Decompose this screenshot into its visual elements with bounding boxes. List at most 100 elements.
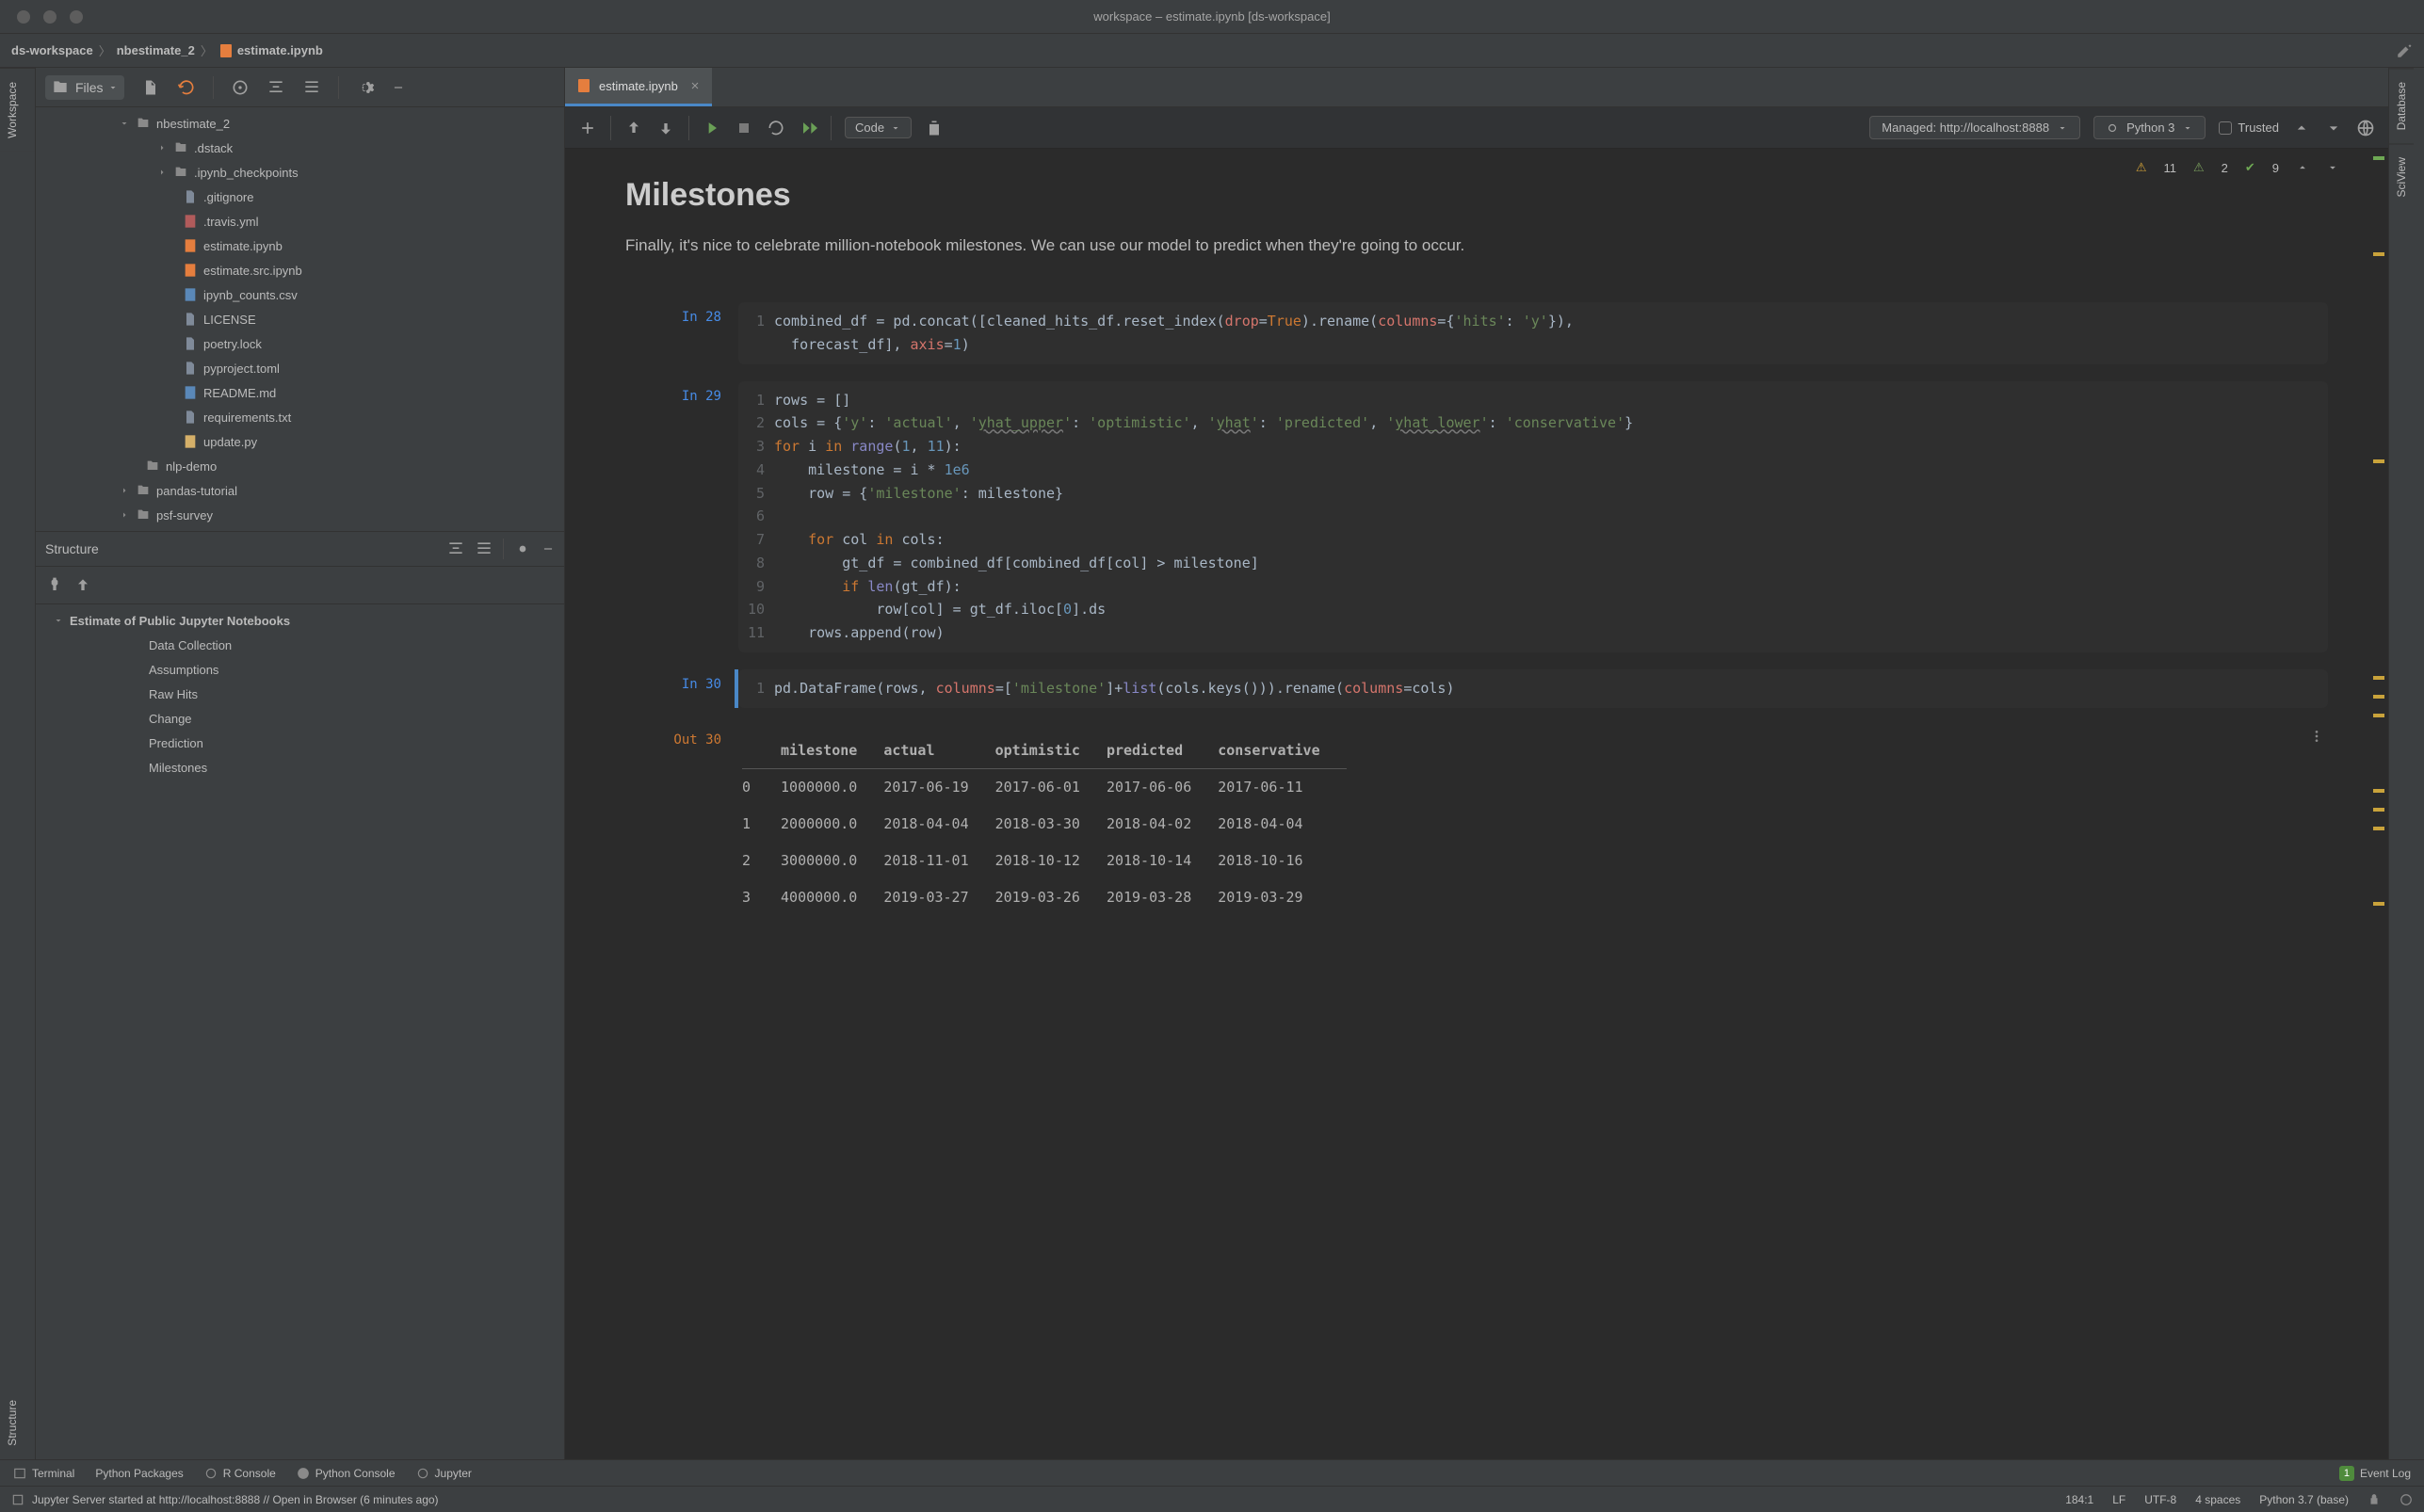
tree-folder[interactable]: .ipynb_checkpoints [36,160,564,185]
tree-folder[interactable]: nbestimate_2 [36,111,564,136]
autoscroll-icon[interactable] [73,576,92,595]
code-cell-active[interactable]: In 30 1pd.DataFrame(rows, columns=['mile… [625,669,2328,708]
edit-config-icon[interactable] [2396,42,2413,59]
breadcrumb-file[interactable]: estimate.ipynb [237,43,323,57]
structure-list[interactable]: Estimate of Public Jupyter Notebooks Dat… [36,604,564,783]
code-body[interactable]: 1rows = [] 2cols = {'y': 'actual', 'yhat… [738,381,2328,652]
output-prompt: Out 30 [625,725,738,924]
structure-item[interactable]: Change [36,706,564,731]
collapse-all-icon[interactable] [475,539,493,558]
jupyter-tab[interactable]: Jupyter [416,1467,472,1480]
run-all-icon[interactable] [799,119,817,137]
editor-tab[interactable]: estimate.ipynb [565,68,712,106]
delete-cell-icon[interactable] [925,119,944,137]
minimize-icon[interactable] [541,539,555,558]
server-select[interactable]: Managed: http://localhost:8888 [1869,116,2080,139]
tree-file[interactable]: poetry.lock [36,331,564,356]
code-cell[interactable]: In 28 1combined_df = pd.concat([cleaned_… [625,302,2328,364]
r-console-tab[interactable]: R Console [204,1467,276,1480]
gear-icon[interactable] [356,78,375,97]
close-icon[interactable] [689,80,701,91]
weak-warning-count: 2 [2222,161,2228,175]
structure-item[interactable]: Data Collection [36,633,564,657]
cursor-position[interactable]: 184:1 [2065,1493,2093,1506]
code-body[interactable]: 1pd.DataFrame(rows, columns=['milestone'… [738,669,2328,708]
chevron-up-icon[interactable] [2296,161,2309,174]
tree-file[interactable]: estimate.ipynb [36,233,564,258]
target-icon[interactable] [231,78,250,97]
minimize-window-button[interactable] [43,10,57,24]
tree-file[interactable]: ipynb_counts.csv [36,282,564,307]
trusted-toggle[interactable]: Trusted [2219,121,2279,135]
structure-item[interactable]: Milestones [36,755,564,780]
left-rail-structure-tab[interactable]: Structure [0,1387,36,1459]
maximize-window-button[interactable] [70,10,83,24]
indent-size[interactable]: 4 spaces [2195,1493,2240,1506]
refresh-icon[interactable] [177,78,196,97]
chevron-down-icon[interactable] [2324,119,2343,137]
breadcrumb-project[interactable]: ds-workspace [11,43,93,57]
left-rail-workspace-tab[interactable]: Workspace [0,68,35,152]
minimize-icon[interactable] [392,78,405,97]
face-icon[interactable] [2400,1493,2413,1506]
line-separator[interactable]: LF [2112,1493,2125,1506]
tree-file[interactable]: .travis.yml [36,209,564,233]
tree-file[interactable]: pyproject.toml [36,356,564,380]
structure-item[interactable]: Prediction [36,731,564,755]
interpreter[interactable]: Python 3.7 (base) [2259,1493,2349,1506]
right-rail-sciview-tab[interactable]: SciView [2389,143,2414,210]
code-cell[interactable]: In 29 1rows = [] 2cols = {'y': 'actual',… [625,381,2328,652]
run-cell-icon[interactable] [703,119,721,137]
breadcrumb-folder[interactable]: nbestimate_2 [117,43,195,57]
notebook-icon [576,78,591,93]
structure-item[interactable]: Raw Hits [36,682,564,706]
tree-folder[interactable]: pandas-tutorial [36,478,564,503]
main-layout: Workspace Structure Files [0,68,2424,1459]
tree-file[interactable]: update.py [36,429,564,454]
encoding[interactable]: UTF-8 [2144,1493,2176,1506]
terminal-tab[interactable]: Terminal [13,1467,74,1480]
stop-icon[interactable] [735,119,753,137]
notification-icon[interactable] [11,1493,24,1506]
chevron-down-icon[interactable] [2326,161,2339,174]
python-packages-tab[interactable]: Python Packages [95,1467,183,1480]
globe-icon[interactable] [2356,119,2375,137]
new-file-icon[interactable] [141,78,160,97]
files-view-selector[interactable]: Files [45,75,124,100]
add-cell-icon[interactable] [578,119,597,137]
collapse-all-icon[interactable] [302,78,321,97]
code-body[interactable]: 1combined_df = pd.concat([cleaned_hits_d… [738,302,2328,364]
tree-folder[interactable]: .dstack [36,136,564,160]
tree-folder[interactable]: nlp-demo [36,454,564,478]
status-message[interactable]: Jupyter Server started at http://localho… [32,1493,439,1506]
structure-item[interactable]: Assumptions [36,657,564,682]
lock-icon[interactable] [2367,1493,2381,1506]
restart-icon[interactable] [767,119,785,137]
kernel-select[interactable]: Python 3 [2093,116,2206,139]
tree-folder[interactable]: psf-survey [36,503,564,527]
tree-file[interactable]: LICENSE [36,307,564,331]
tree-file[interactable]: estimate.src.ipynb [36,258,564,282]
close-window-button[interactable] [17,10,30,24]
output-menu-icon[interactable] [2309,729,2324,744]
inspection-summary[interactable]: ⚠11 ⚠2 ✔9 [2136,160,2339,175]
move-down-icon[interactable] [656,119,675,137]
expand-all-icon[interactable] [446,539,465,558]
event-log[interactable]: 1 Event Log [2339,1466,2411,1481]
expand-all-icon[interactable] [267,78,285,97]
cell-prompt: In 30 [625,669,738,708]
tree-file[interactable]: requirements.txt [36,405,564,429]
python-console-tab[interactable]: Python Console [297,1467,396,1480]
tree-file[interactable]: .gitignore [36,185,564,209]
pin-icon[interactable] [45,576,64,595]
right-rail-database-tab[interactable]: Database [2389,68,2414,143]
notebook-body[interactable]: ⚠11 ⚠2 ✔9 Milestones Finally, it's nice … [565,149,2388,1459]
structure-root[interactable]: Estimate of Public Jupyter Notebooks [36,608,564,633]
move-up-icon[interactable] [624,119,643,137]
tree-file[interactable]: README.md [36,380,564,405]
bottom-tool-strip: Terminal Python Packages R Console Pytho… [0,1459,2424,1486]
gear-icon[interactable] [513,539,532,558]
file-tree[interactable]: nbestimate_2 .dstack .ipynb_checkpoints … [36,107,564,531]
cell-type-select[interactable]: Code [845,117,912,138]
chevron-up-icon[interactable] [2292,119,2311,137]
